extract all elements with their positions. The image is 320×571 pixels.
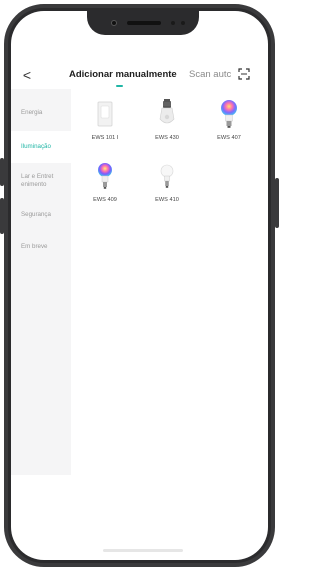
tab-scan-auto[interactable]: Scan autc [189,69,235,80]
sidebar-item-energia[interactable]: Energia [11,99,71,131]
rgb-bulb-icon [221,100,237,128]
home-indicator [103,549,183,552]
sidebar-item-iluminacao[interactable]: Iluminação [11,131,71,163]
sidebar-item-label: Segurança [21,211,51,218]
notch [87,11,199,35]
side-button [0,158,4,186]
device-item-ews-410[interactable]: EWS 410 [142,159,192,213]
sidebar-item-em-breve[interactable]: Em breve [11,235,71,267]
sidebar-item-label: Lar e Entret [21,173,54,180]
active-tab-indicator [116,85,123,87]
screen: < Adicionar manualmente Scan autc Energi… [11,11,268,560]
device-label: EWS 407 [217,135,241,141]
device-label: EWS 430 [155,135,179,141]
device-label: EWS 409 [93,197,117,203]
page-title[interactable]: Adicionar manualmente [69,69,177,80]
device-item-ews-409[interactable]: EWS 409 [80,159,130,213]
white-bulb-icon [160,164,174,188]
socket-adapter-icon [159,99,175,124]
sidebar-item-lar-entretenimento[interactable]: Lar e Entret enimento [11,165,71,201]
device-item-ews-101[interactable]: EWS 101 I [80,97,130,151]
device-label: EWS 101 I [91,135,119,141]
rgb-bulb-icon [98,163,112,189]
side-button [275,178,279,228]
sidebar-item-label: Em breve [21,243,48,250]
device-label: EWS 410 [155,197,179,203]
sensor-icon [181,21,185,25]
speaker-grille [127,21,161,25]
sidebar-item-label: Iluminação [21,143,51,150]
device-item-ews-407[interactable]: EWS 407 [204,97,254,151]
scan-icon[interactable] [238,68,250,80]
sensor-icon [171,21,175,25]
side-button [0,198,4,234]
camera-icon [111,20,117,26]
switch-icon [97,101,113,127]
phone-frame: < Adicionar manualmente Scan autc Energi… [0,4,279,567]
back-button[interactable]: < [19,67,35,83]
sidebar-item-seguranca[interactable]: Segurança [11,203,71,235]
category-sidebar: Energia Iluminação Lar e Entret enimento… [11,89,71,475]
sidebar-item-label: enimento [21,181,47,188]
sidebar-item-label: Energia [21,109,43,116]
device-item-ews-430[interactable]: EWS 430 [142,97,192,151]
